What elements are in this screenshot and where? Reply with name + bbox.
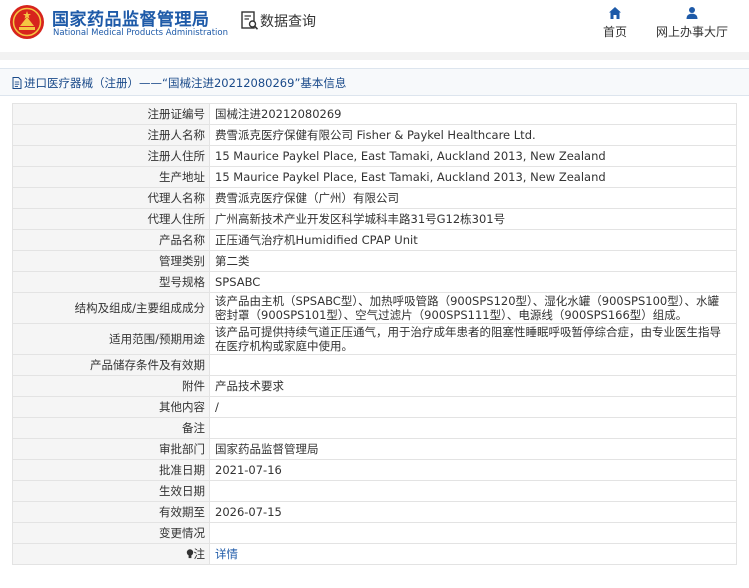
table-row: 生效日期 bbox=[12, 480, 737, 502]
document-icon bbox=[12, 77, 22, 89]
nav-online-office-label: 网上办事大厅 bbox=[655, 25, 728, 39]
table-row: 产品名称 正压通气治疗机Humidified CPAP Unit bbox=[12, 229, 737, 251]
field-value bbox=[209, 522, 737, 544]
breadcrumb: 进口医疗器械（注册）——“国械注进20212080269”基本信息 bbox=[12, 75, 346, 91]
field-value bbox=[209, 354, 737, 376]
field-value: 15 Maurice Paykel Place, East Tamaki, Au… bbox=[209, 166, 737, 188]
field-value: / bbox=[209, 396, 737, 418]
note-value-cell: 详情 bbox=[209, 543, 737, 565]
field-value: 2021-07-16 bbox=[209, 459, 737, 481]
table-row: 型号规格 SPSABC bbox=[12, 271, 737, 293]
field-label: 注册人住所 bbox=[12, 145, 210, 167]
field-label: 生产地址 bbox=[12, 166, 210, 188]
field-value: 正压通气治疗机Humidified CPAP Unit bbox=[209, 229, 737, 251]
table-row: 审批部门 国家药品监督管理局 bbox=[12, 438, 737, 460]
site-header: 国家药品监督管理局 National Medical Products Admi… bbox=[0, 0, 749, 52]
details-link[interactable]: 详情 bbox=[215, 547, 238, 561]
field-value bbox=[209, 480, 737, 502]
table-row: 产品储存条件及有效期 bbox=[12, 354, 737, 376]
table-row: 注册证编号 国械注进20212080269 bbox=[12, 103, 737, 125]
table-row: 变更情况 bbox=[12, 522, 737, 544]
user-icon bbox=[686, 7, 698, 19]
table-row: 注册人住所 15 Maurice Paykel Place, East Tama… bbox=[12, 145, 737, 167]
field-value: 费雪派克医疗保健有限公司 Fisher & Paykel Healthcare … bbox=[209, 124, 737, 146]
field-value bbox=[209, 417, 737, 439]
field-value: 广州高新技术产业开发区科学城科丰路31号G12栋301号 bbox=[209, 208, 737, 230]
nav-home-label: 首页 bbox=[602, 25, 627, 39]
emblem-logo bbox=[10, 5, 44, 39]
site-title: 国家药品监督管理局 bbox=[52, 10, 210, 30]
field-label: 结构及组成/主要组成成分 bbox=[12, 292, 210, 324]
table-row: 代理人住所 广州高新技术产业开发区科学城科丰路31号G12栋301号 bbox=[12, 208, 737, 230]
table-row: 其他内容 / bbox=[12, 396, 737, 418]
nav-online-office[interactable]: 网上办事大厅 bbox=[652, 6, 732, 40]
field-value: 产品技术要求 bbox=[209, 375, 737, 397]
field-value: 2026-07-15 bbox=[209, 501, 737, 523]
nav-home[interactable]: 首页 bbox=[600, 6, 630, 40]
field-label: 附件 bbox=[12, 375, 210, 397]
field-label: 注册人名称 bbox=[12, 124, 210, 146]
field-label: 审批部门 bbox=[12, 438, 210, 460]
field-label: 管理类别 bbox=[12, 250, 210, 272]
field-label: 注册证编号 bbox=[12, 103, 210, 125]
table-row: 适用范围/预期用途 该产品可提供持续气道正压通气，用于治疗成年患者的阻塞性睡眠呼… bbox=[12, 323, 737, 355]
note-label-cell: 注 bbox=[12, 543, 210, 565]
field-label: 批准日期 bbox=[12, 459, 210, 481]
table-row: 批准日期 2021-07-16 bbox=[12, 459, 737, 481]
field-label: 产品名称 bbox=[12, 229, 210, 251]
field-value: 费雪派克医疗保健（广州）有限公司 bbox=[209, 187, 737, 209]
table-row: 注册人名称 费雪派克医疗保健有限公司 Fisher & Paykel Healt… bbox=[12, 124, 737, 146]
field-label: 生效日期 bbox=[12, 480, 210, 502]
table-row: 有效期至 2026-07-15 bbox=[12, 501, 737, 523]
header-divider bbox=[0, 52, 749, 60]
table-row: 代理人名称 费雪派克医疗保健（广州）有限公司 bbox=[12, 187, 737, 209]
table-row: 生产地址 15 Maurice Paykel Place, East Tamak… bbox=[12, 166, 737, 188]
field-value: 第二类 bbox=[209, 250, 737, 272]
data-query-link[interactable]: 数据查询 bbox=[260, 11, 316, 31]
field-value: 该产品由主机（SPSABC型）、加热呼吸管路（900SPS120型）、湿化水罐（… bbox=[209, 292, 737, 324]
search-document-icon bbox=[241, 11, 259, 30]
field-label: 代理人名称 bbox=[12, 187, 210, 209]
field-label: 代理人住所 bbox=[12, 208, 210, 230]
field-value: 15 Maurice Paykel Place, East Tamaki, Au… bbox=[209, 145, 737, 167]
field-label: 其他内容 bbox=[12, 396, 210, 418]
home-icon bbox=[609, 7, 621, 19]
breadcrumb-text: 进口医疗器械（注册）——“国械注进20212080269”基本信息 bbox=[24, 76, 347, 90]
lightbulb-icon bbox=[186, 548, 193, 558]
field-label: 型号规格 bbox=[12, 271, 210, 293]
field-value: 国家药品监督管理局 bbox=[209, 438, 737, 460]
field-value: SPSABC bbox=[209, 271, 737, 293]
field-label: 变更情况 bbox=[12, 522, 210, 544]
table-row: 管理类别 第二类 bbox=[12, 250, 737, 272]
note-label: 注 bbox=[193, 546, 206, 561]
field-label: 适用范围/预期用途 bbox=[12, 323, 210, 355]
field-label: 产品储存条件及有效期 bbox=[12, 354, 210, 376]
breadcrumb-bar: 进口医疗器械（注册）——“国械注进20212080269”基本信息 bbox=[0, 68, 749, 96]
registration-details-table: 注册证编号 国械注进20212080269 注册人名称 费雪派克医疗保健有限公司… bbox=[12, 103, 737, 565]
field-value: 国械注进20212080269 bbox=[209, 103, 737, 125]
field-label: 有效期至 bbox=[12, 501, 210, 523]
table-row: 结构及组成/主要组成成分 该产品由主机（SPSABC型）、加热呼吸管路（900S… bbox=[12, 292, 737, 324]
table-row: 附件 产品技术要求 bbox=[12, 375, 737, 397]
table-row: 注 详情 bbox=[12, 543, 737, 565]
site-subtitle: National Medical Products Administration bbox=[53, 28, 228, 38]
table-row: 备注 bbox=[12, 417, 737, 439]
field-value: 该产品可提供持续气道正压通气，用于治疗成年患者的阻塞性睡眠呼吸暂停综合症，由专业… bbox=[209, 323, 737, 355]
field-label: 备注 bbox=[12, 417, 210, 439]
